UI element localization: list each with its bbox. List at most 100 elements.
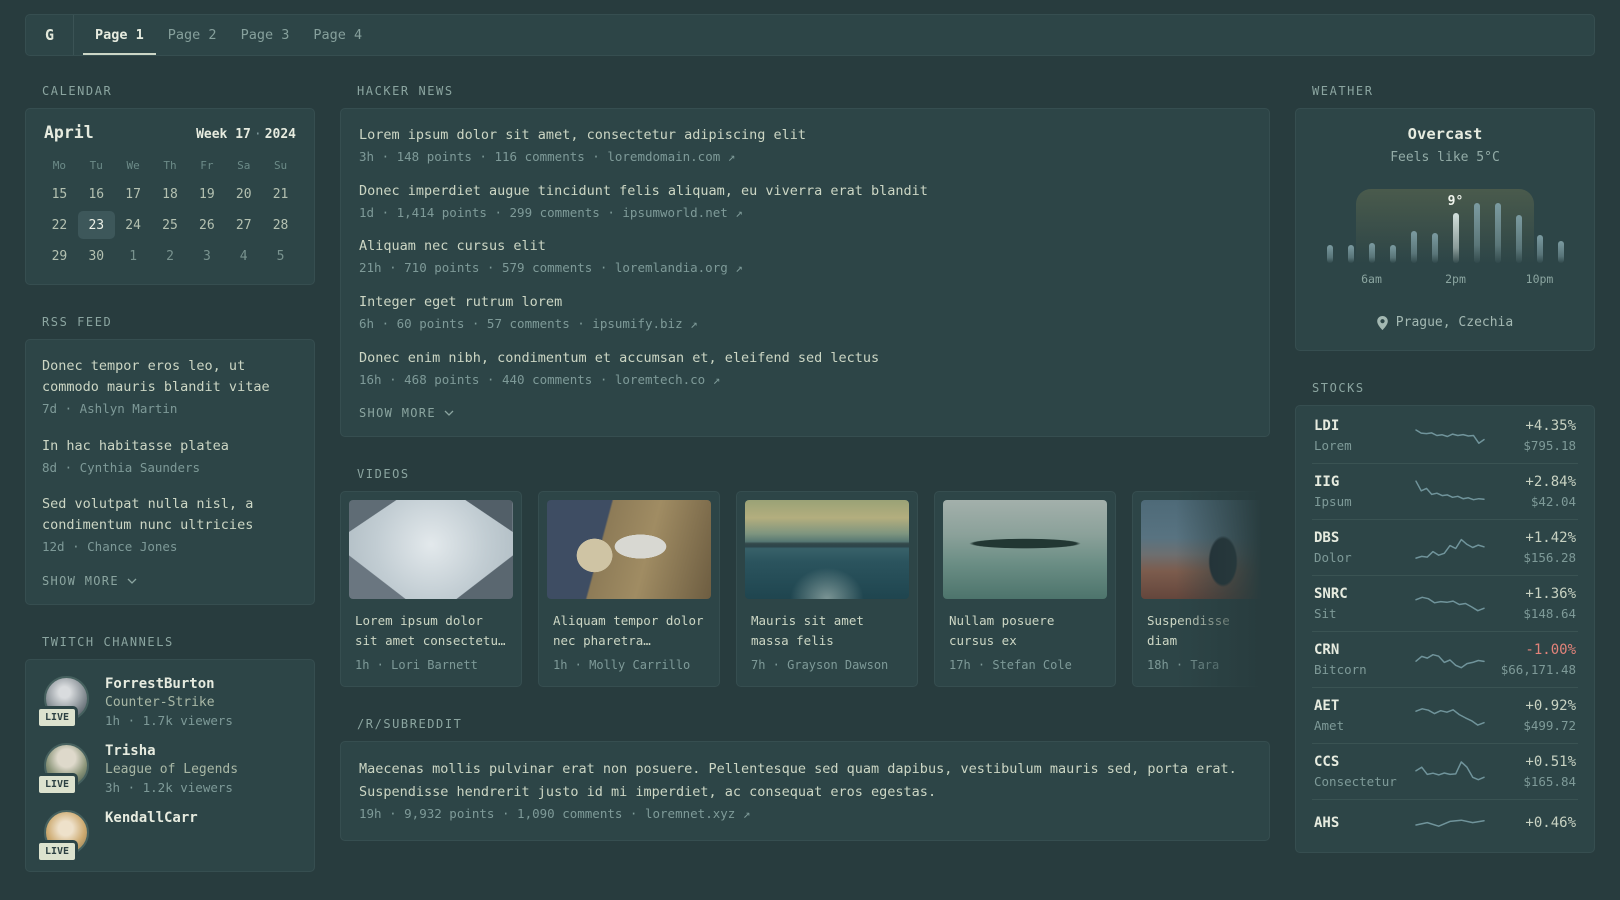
- hn-story-meta: 16h · 468 points · 440 comments · loremt…: [359, 371, 1251, 390]
- stock-row[interactable]: AHS +0.46%: [1312, 799, 1578, 850]
- stock-name: Lorem: [1314, 438, 1352, 453]
- hn-story-title[interactable]: Donec enim nibh, condimentum et accumsan…: [359, 348, 1251, 369]
- hn-story-title[interactable]: Lorem ipsum dolor sit amet, consectetur …: [359, 125, 1251, 146]
- app-logo[interactable]: G: [26, 15, 73, 55]
- hn-story-domain-link[interactable]: ipsumworld.net ↗: [622, 205, 742, 220]
- weather-card: Overcast Feels like 5°C 6am 9° 2pm 10pm …: [1295, 108, 1595, 351]
- stock-change: +0.92%: [1525, 698, 1576, 714]
- stock-row[interactable]: SNRC Sit +1.36% $148.64: [1312, 575, 1578, 631]
- nav-tab[interactable]: Page 4: [301, 15, 374, 55]
- stock-identity: LDI Lorem: [1314, 418, 1406, 453]
- rss-list: Donec tempor eros leo, ut commodo mauris…: [42, 356, 298, 557]
- nav-tab[interactable]: Page 1: [83, 15, 156, 55]
- calendar-day[interactable]: 19: [188, 180, 225, 208]
- hn-story-stats: 1d · 1,414 points · 299 comments ·: [359, 204, 623, 220]
- nav-tab[interactable]: Page 2: [156, 15, 229, 55]
- weekday-label: Tu: [89, 159, 103, 172]
- calendar-day[interactable]: 5: [262, 242, 299, 270]
- weather-bar-slot: [1466, 189, 1487, 263]
- calendar-day[interactable]: 26: [188, 211, 225, 239]
- stock-change: +0.46%: [1525, 815, 1576, 831]
- twitch-section-title: TWITCH CHANNELS: [42, 634, 174, 649]
- twitch-channel[interactable]: LIVE KendallCarr: [36, 809, 298, 863]
- stock-row[interactable]: LDI Lorem +4.35% $795.18: [1312, 408, 1578, 463]
- stock-row[interactable]: IIG Ipsum +2.84% $42.04: [1312, 463, 1578, 519]
- dashboard-columns: CALENDAR April Week 17 · 2024 Mo Tu We Th Fr Sa…: [25, 84, 1595, 872]
- hn-story-meta: 1d · 1,414 points · 299 comments · ipsum…: [359, 204, 1251, 223]
- calendar-day[interactable]: 23: [77, 211, 115, 239]
- calendar-day[interactable]: 15: [41, 180, 78, 208]
- stock-name: Dolor: [1314, 550, 1352, 565]
- calendar-day[interactable]: 28: [262, 211, 299, 239]
- hn-story-title[interactable]: Integer eget rutrum lorem: [359, 292, 1251, 313]
- stock-row[interactable]: DBS Dolor +1.42% $156.28: [1312, 519, 1578, 575]
- rss-show-more-button[interactable]: SHOW MORE: [42, 574, 137, 588]
- hn-story-meta: 21h · 710 points · 579 comments · loreml…: [359, 259, 1251, 278]
- calendar-day[interactable]: 4: [225, 242, 262, 270]
- calendar-day[interactable]: 25: [152, 211, 189, 239]
- stock-change: +1.42%: [1525, 530, 1576, 546]
- calendar-day[interactable]: 20: [225, 180, 262, 208]
- hn-story-domain-link[interactable]: loremtech.co ↗: [615, 372, 720, 387]
- video-thumbnail: [943, 500, 1107, 600]
- weather-bars: 6am 9° 2pm 10pm: [1319, 189, 1571, 286]
- top-navigation: G Page 1 Page 2 Page 3 Page 4: [25, 14, 1595, 56]
- stock-identity: IIG Ipsum: [1314, 474, 1406, 509]
- stock-sparkline: [1415, 819, 1485, 827]
- hn-story-title[interactable]: Donec imperdiet augue tincidunt felis al…: [359, 181, 1251, 202]
- video-card[interactable]: Lorem ipsum dolor sit amet consectetu… 1…: [340, 491, 522, 688]
- stock-sparkline: [1415, 707, 1485, 726]
- stock-sparkline: [1415, 479, 1485, 500]
- weather-bar: [1431, 233, 1438, 263]
- rss-item-title[interactable]: Sed volutpat nulla nisl, a condimentum n…: [42, 494, 298, 536]
- video-card[interactable]: Suspendisse diam 18h · Tara: [1132, 491, 1270, 688]
- calendar-day[interactable]: 16: [78, 180, 115, 208]
- nav-tab[interactable]: Page 3: [229, 15, 302, 55]
- hn-story-domain-link[interactable]: loremlandia.org ↗: [615, 260, 743, 275]
- rss-item-title[interactable]: Donec tempor eros leo, ut commodo mauris…: [42, 356, 298, 398]
- hn-story-domain-link[interactable]: ipsumify.biz ↗: [592, 316, 697, 331]
- calendar-day[interactable]: 22: [41, 211, 78, 239]
- weather-bar: [1410, 231, 1417, 263]
- calendar-day[interactable]: 17: [115, 180, 152, 208]
- calendar-day[interactable]: 21: [262, 180, 299, 208]
- stock-price: $165.84: [1523, 774, 1576, 789]
- hn-story-title[interactable]: Aliquam nec cursus elit: [359, 236, 1251, 257]
- calendar-day[interactable]: 24: [115, 211, 152, 239]
- rss-item-title[interactable]: In hac habitasse platea: [42, 436, 298, 457]
- weather-condition: Overcast: [1407, 125, 1483, 143]
- calendar-day[interactable]: 2: [152, 242, 189, 270]
- weather-bar: [1389, 245, 1396, 263]
- calendar-day[interactable]: 3: [188, 242, 225, 270]
- calendar-day[interactable]: 1: [115, 242, 152, 270]
- weather-bar-slot: [1424, 189, 1445, 263]
- video-card[interactable]: Aliquam tempor dolor nec pharetra… 1h · …: [538, 491, 720, 688]
- twitch-channel[interactable]: LIVE Trisha League of Legends 3h · 1.2k …: [36, 742, 298, 796]
- stock-ticker: CRN: [1314, 642, 1340, 658]
- stock-change: +4.35%: [1525, 418, 1576, 434]
- stock-change: +1.36%: [1525, 586, 1576, 602]
- video-card[interactable]: Nullam posuere cursus ex 17h · Stefan Co…: [934, 491, 1116, 688]
- twitch-channel[interactable]: LIVE ForrestBurton Counter-Strike 1h · 1…: [36, 675, 298, 729]
- stock-price: $66,171.48: [1500, 662, 1576, 677]
- stock-row[interactable]: AET Amet +0.92% $499.72: [1312, 687, 1578, 743]
- calendar-day[interactable]: 30: [78, 242, 115, 270]
- calendar-day[interactable]: 18: [152, 180, 189, 208]
- channel-name: KendallCarr: [105, 809, 198, 826]
- stock-price: $156.28: [1523, 550, 1576, 565]
- subreddit-post-domain-link[interactable]: loremnet.xyz ↗: [645, 806, 750, 821]
- video-card[interactable]: Mauris sit amet massa felis 7h · Grayson…: [736, 491, 918, 688]
- calendar-day[interactable]: 27: [225, 211, 262, 239]
- stock-row[interactable]: CCS Consectetur +0.51% $165.84: [1312, 743, 1578, 799]
- weather-bar: [1368, 243, 1375, 263]
- hn-show-more-button[interactable]: SHOW MORE: [359, 406, 454, 420]
- hn-story-meta: 6h · 60 points · 57 comments · ipsumify.…: [359, 315, 1251, 334]
- left-column: CALENDAR April Week 17 · 2024 Mo Tu We Th Fr Sa…: [25, 84, 315, 872]
- calendar-day[interactable]: 29: [41, 242, 78, 270]
- stock-price: $499.72: [1523, 718, 1576, 733]
- stock-row[interactable]: CRN Bitcorn -1.00% $66,171.48: [1312, 631, 1578, 687]
- hn-story-domain-link[interactable]: loremdomain.com ↗: [607, 149, 735, 164]
- videos-widget: VIDEOS Lorem ipsum dolor sit amet consec…: [340, 467, 1270, 688]
- hn-story-list: Lorem ipsum dolor sit amet, consectetur …: [359, 125, 1251, 389]
- subreddit-post-title[interactable]: Maecenas mollis pulvinar erat non posuer…: [359, 758, 1251, 803]
